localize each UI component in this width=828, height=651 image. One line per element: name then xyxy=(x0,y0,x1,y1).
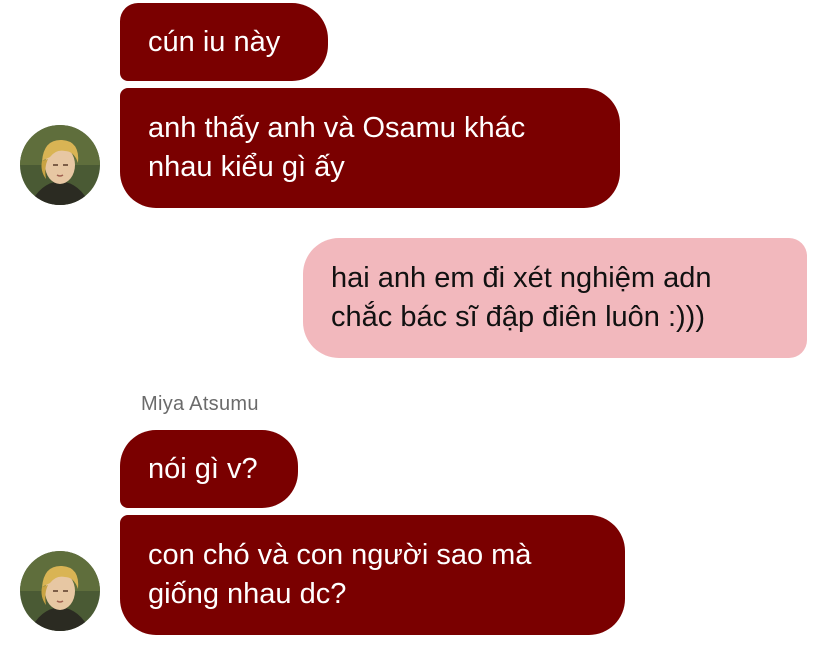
sender-name: Miya Atsumu xyxy=(141,393,259,415)
avatar-portrait-icon xyxy=(20,551,100,631)
avatar[interactable] xyxy=(20,125,100,205)
message-bubble-incoming[interactable]: cún iu này xyxy=(120,3,328,81)
message-bubble-incoming[interactable]: anh thấy anh và Osamu khác nhau kiểu gì … xyxy=(120,88,620,208)
avatar-portrait-icon xyxy=(20,125,100,205)
avatar[interactable] xyxy=(20,551,100,631)
message-bubble-incoming[interactable]: nói gì v? xyxy=(120,430,298,508)
message-bubble-incoming[interactable]: con chó và con người sao mà giống nhau d… xyxy=(120,515,625,635)
message-bubble-outgoing[interactable]: hai anh em đi xét nghiệm adn chắc bác sĩ… xyxy=(303,238,807,358)
